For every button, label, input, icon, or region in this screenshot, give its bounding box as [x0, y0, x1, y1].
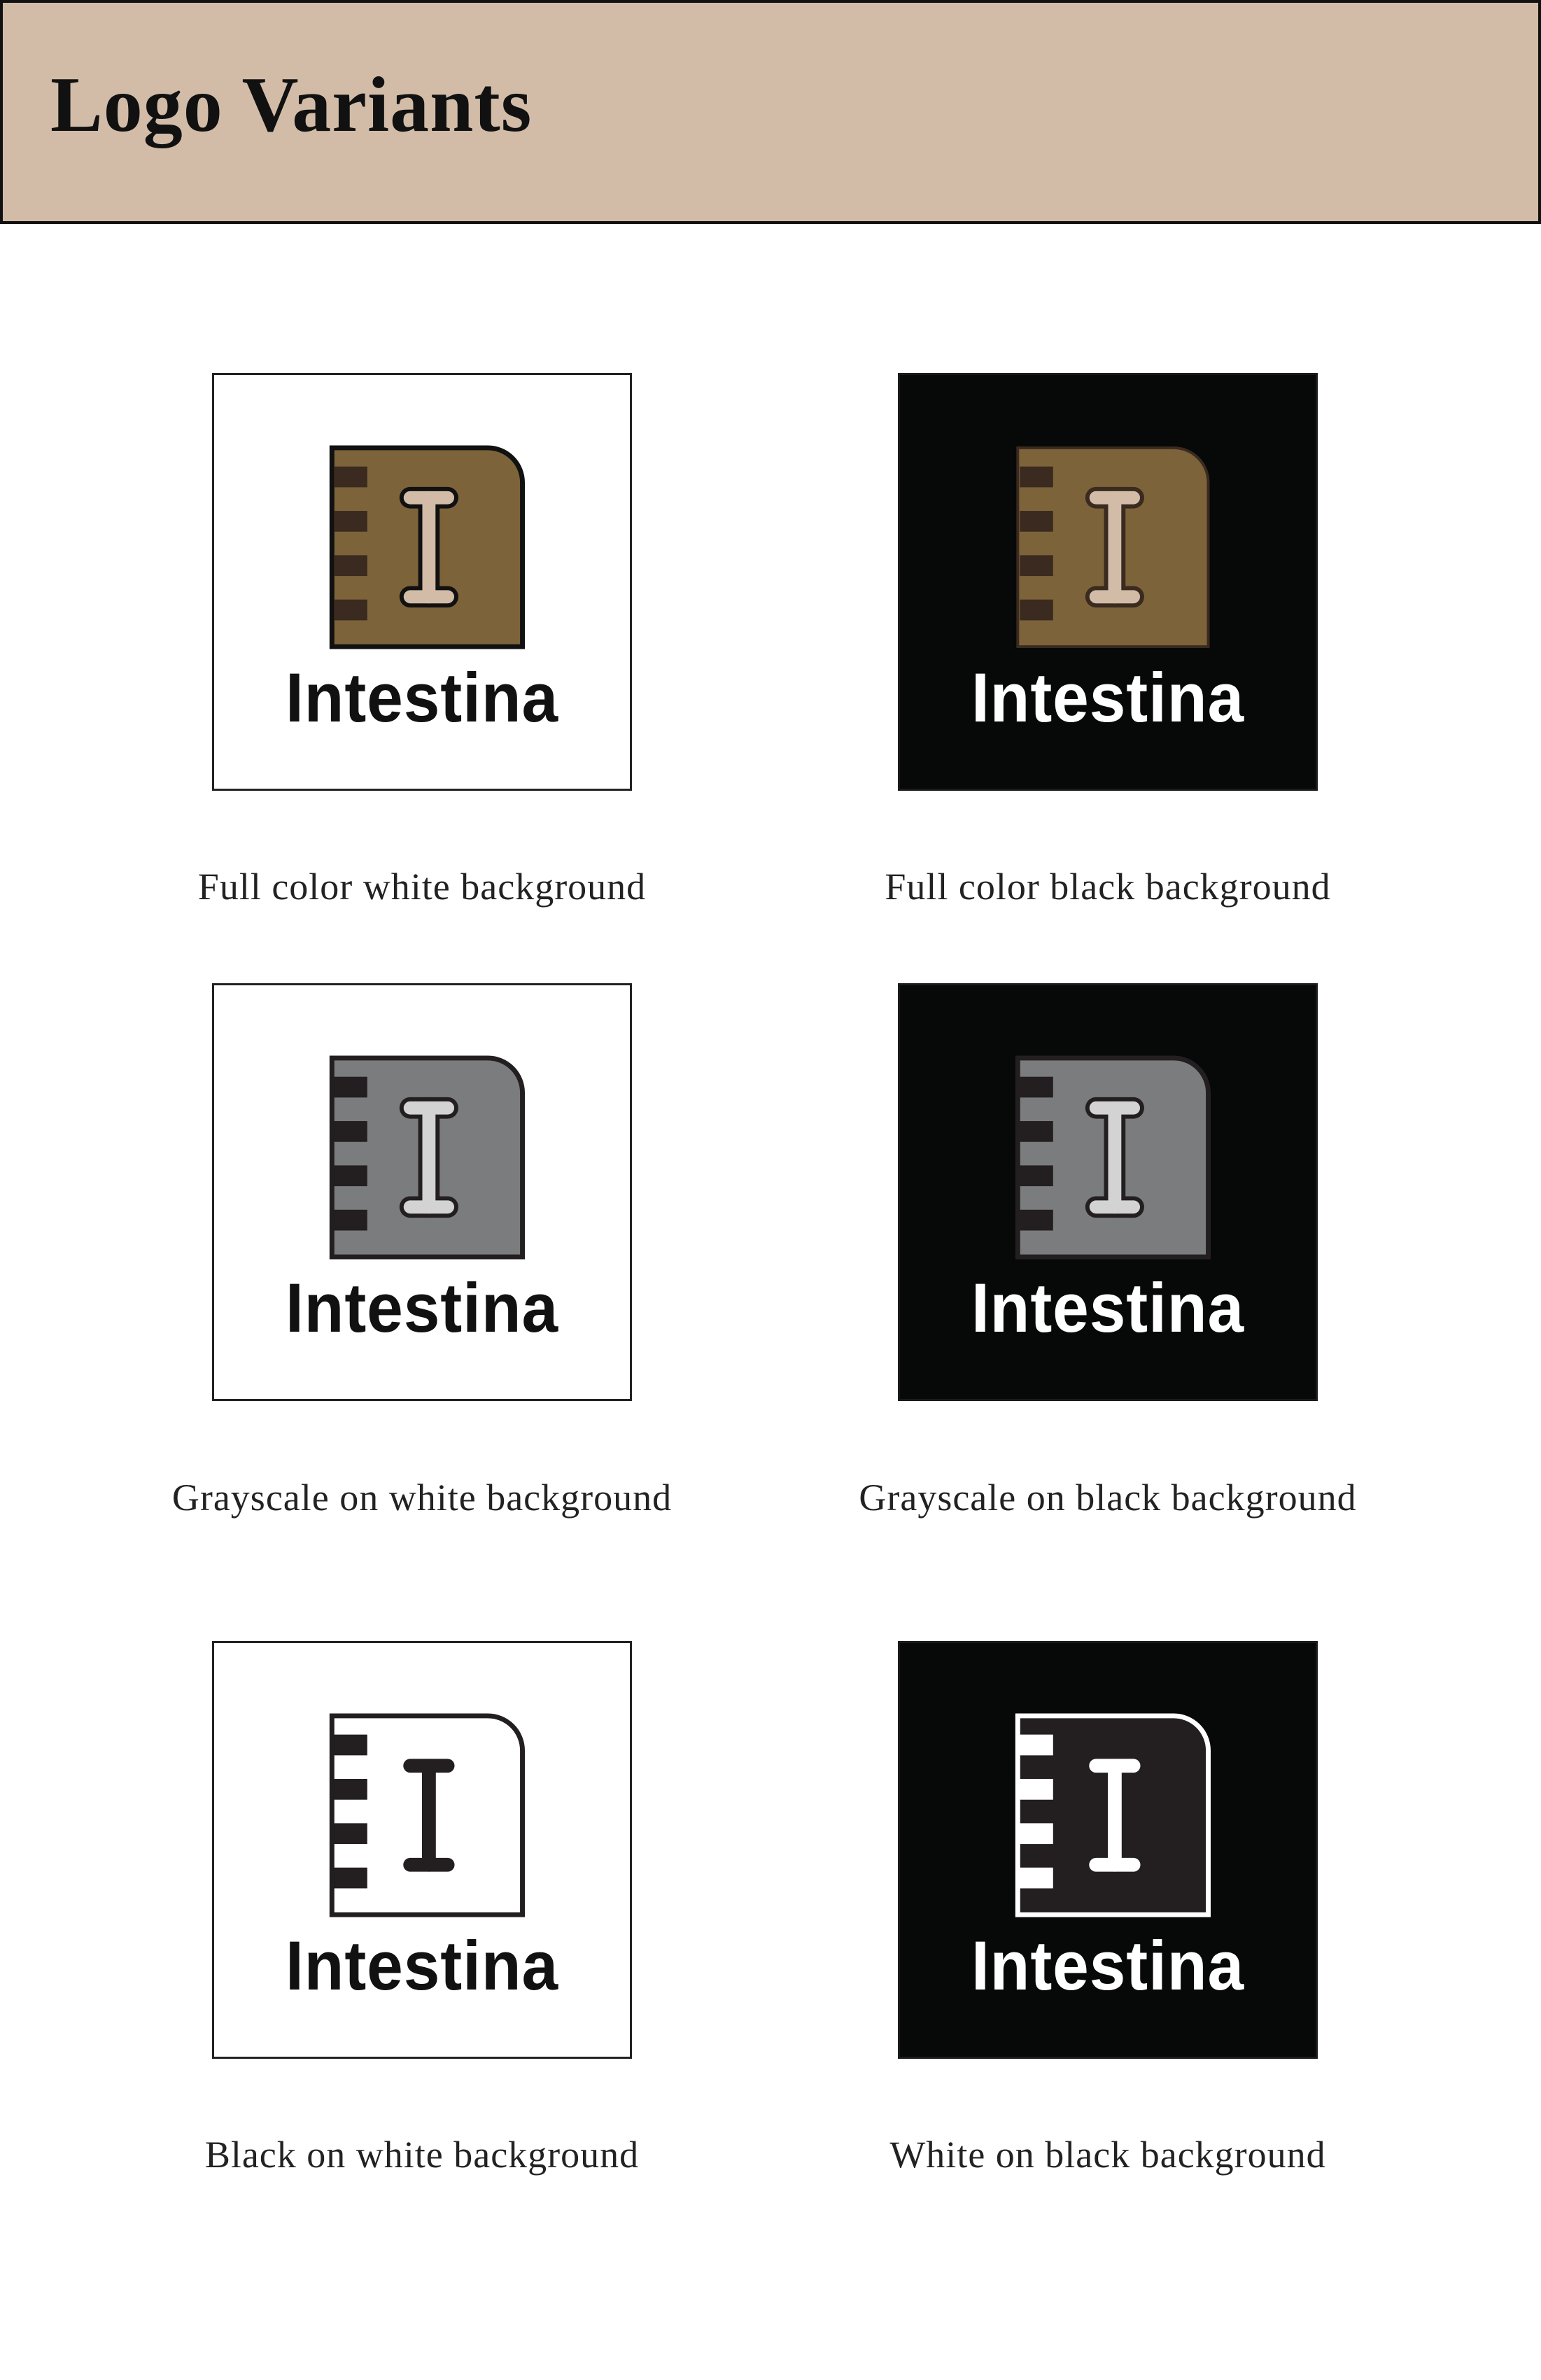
notebook-i-icon	[1015, 1713, 1211, 1917]
logo-wordmark: Intestina	[286, 1269, 558, 1346]
caption-black-on-white: Black on white background	[204, 2134, 640, 2176]
logo-wordmark: Intestina	[286, 659, 558, 736]
logo-wordmark: Intestina	[286, 1927, 558, 2004]
logo-wordmark: Intestina	[971, 1269, 1244, 1346]
logo-tile-full-color-white: Intestina	[212, 373, 632, 791]
caption-grayscale-white: Grayscale on white background	[171, 1477, 673, 1519]
page-title: Logo Variants	[50, 62, 533, 148]
notebook-i-icon	[329, 1055, 526, 1260]
notebook-i-icon	[1015, 1055, 1211, 1260]
caption-white-on-black: White on black background	[889, 2134, 1326, 2176]
caption-full-color-white: Full color white background	[197, 866, 647, 908]
caption-grayscale-black: Grayscale on black background	[859, 1477, 1357, 1519]
logo-wordmark: Intestina	[971, 659, 1244, 736]
logo-full-color-black: Intestina	[971, 446, 1244, 736]
caption-full-color-black: Full color black background	[885, 866, 1331, 908]
logo-full-color-white: Intestina	[286, 445, 558, 736]
logo-tile-black-on-white: Intestina	[212, 1641, 632, 2059]
logo-tile-grayscale-white: Intestina	[212, 983, 632, 1401]
header-bar: Logo Variants	[0, 0, 1541, 224]
logo-wordmark: Intestina	[971, 1927, 1244, 2004]
logo-grayscale-black: Intestina	[971, 1055, 1244, 1346]
logo-tile-full-color-black: Intestina	[898, 373, 1318, 791]
logo-tile-white-on-black: Intestina	[898, 1641, 1318, 2059]
logo-grayscale-white: Intestina	[286, 1055, 558, 1346]
logo-black-on-white: Intestina	[286, 1713, 558, 2004]
logo-white-on-black: Intestina	[971, 1713, 1244, 2004]
notebook-i-icon	[1016, 446, 1210, 649]
logo-tile-grayscale-black: Intestina	[898, 983, 1318, 1401]
notebook-i-icon	[329, 1713, 526, 1917]
notebook-i-icon	[329, 445, 526, 649]
